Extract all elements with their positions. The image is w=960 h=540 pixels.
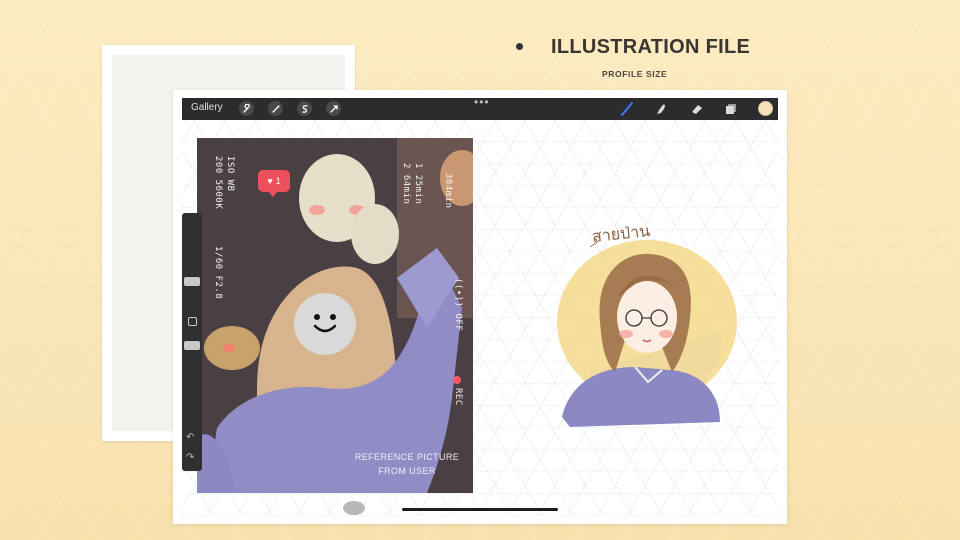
transform-arrow-icon[interactable] <box>326 101 341 116</box>
selection-icon[interactable] <box>297 101 312 116</box>
battery-readout: 384min <box>443 173 453 209</box>
procreate-window: Gallery ••• ISO WB 200 5600K 1/60 F2.8 1… <box>173 90 787 524</box>
redo-icon[interactable]: ↷ <box>186 452 194 463</box>
opacity-knob[interactable] <box>184 341 200 350</box>
recording-stat-2: 2 64min <box>401 163 411 205</box>
color-picker-swatch[interactable] <box>758 101 773 116</box>
iso-values: 200 5600K <box>213 156 223 210</box>
reference-photo: ISO WB 200 5600K 1/60 F2.8 1 25min 2 64m… <box>197 138 473 493</box>
iso-label: ISO WB <box>225 156 235 192</box>
more-options-handle[interactable]: ••• <box>474 95 490 109</box>
floating-thumbnail <box>343 501 365 515</box>
heart-count: 1 <box>275 176 281 186</box>
bullet-point <box>516 43 523 50</box>
recording-stat-1: 1 25min <box>413 163 423 205</box>
slide-subtitle: PROFILE SIZE <box>602 69 668 79</box>
slide-title: ILLUSTRATION FILE <box>551 36 751 58</box>
reference-caption: REFERENCE PICTURE FROM USER <box>337 450 473 478</box>
rec-dot-icon <box>453 376 461 384</box>
slide-header: ILLUSTRATION FILE PROFILE SIZE <box>500 36 780 86</box>
rec-label: REC <box>453 388 463 406</box>
modify-button[interactable] <box>188 317 197 326</box>
heart-badge: ♥ 1 <box>258 170 290 197</box>
home-indicator[interactable] <box>402 508 558 511</box>
exposure-readout: 1/60 F2.8 <box>213 246 223 300</box>
portrait-illustration: สายป่าน <box>540 221 750 437</box>
brush-size-slider[interactable]: ↶ ↷ <box>182 213 202 471</box>
face-cover-smiley-icon <box>294 293 356 355</box>
layers-icon[interactable] <box>723 101 739 117</box>
top-toolbar: Gallery ••• <box>182 95 778 120</box>
magic-wand-icon[interactable] <box>268 101 283 116</box>
wifi-status: ((•)) OFF <box>453 278 463 332</box>
caption-line-2: FROM USER <box>378 466 436 476</box>
smudge-icon[interactable] <box>653 101 669 117</box>
brush-size-knob[interactable] <box>184 277 200 286</box>
wrench-icon[interactable] <box>239 101 254 116</box>
eraser-icon[interactable] <box>689 101 705 117</box>
caption-line-1: REFERENCE PICTURE <box>354 452 460 462</box>
undo-icon[interactable]: ↶ <box>186 432 194 443</box>
brush-icon[interactable] <box>619 101 635 117</box>
heart-icon: ♥ <box>267 176 273 186</box>
gallery-button[interactable]: Gallery <box>191 102 223 113</box>
